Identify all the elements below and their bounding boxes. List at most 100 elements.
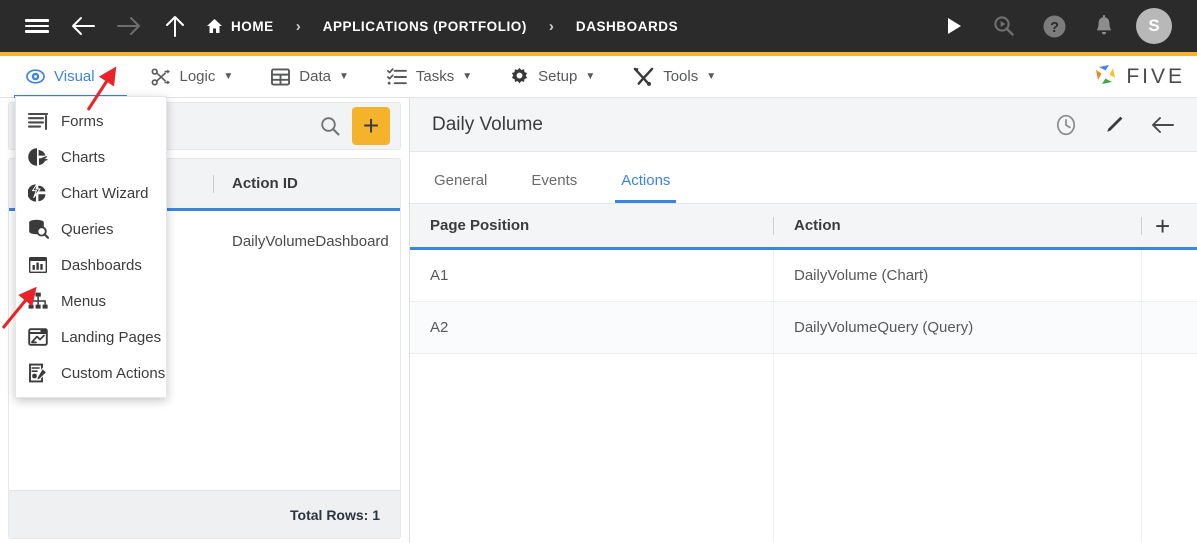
- top-navigation-bar: HOME › APPLICATIONS (PORTFOLIO) › DASHBO…: [0, 0, 1197, 52]
- dropdown-label-chart-wizard: Chart Wizard: [61, 184, 149, 202]
- tab-label-actions: Actions: [621, 172, 671, 189]
- custom-actions-icon: [28, 363, 58, 383]
- back-arrow-icon[interactable]: [1151, 115, 1175, 135]
- menu-item-setup[interactable]: Setup ▼: [506, 56, 599, 98]
- dropdown-item-custom-actions[interactable]: Custom Actions: [16, 355, 166, 391]
- avatar[interactable]: S: [1129, 0, 1179, 52]
- dropdown-label-dashboards: Dashboards: [61, 256, 142, 274]
- dropdown-item-dashboards[interactable]: Dashboards: [16, 247, 166, 283]
- column-divider: [1141, 216, 1142, 235]
- debug-search-icon[interactable]: [979, 0, 1029, 52]
- dashboard-bars-icon: [28, 255, 58, 275]
- search-icon[interactable]: [320, 116, 340, 136]
- table-row[interactable]: A2 DailyVolumeQuery (Query): [410, 302, 1197, 354]
- edit-pencil-icon[interactable]: [1103, 114, 1125, 136]
- landing-page-icon: [28, 327, 58, 347]
- svg-text:?: ?: [1050, 20, 1059, 36]
- menu-item-visual[interactable]: Visual ▼: [14, 56, 127, 98]
- tab-label-general: General: [434, 172, 488, 189]
- cell-page-position: A2: [430, 319, 449, 336]
- breadcrumb-label-applications: APPLICATIONS (PORTFOLIO): [322, 18, 527, 34]
- menu-label-tasks: Tasks: [415, 68, 455, 85]
- detail-header-actions: [1055, 114, 1175, 136]
- cell-action: DailyVolumeQuery (Query): [794, 319, 974, 336]
- tab-label-events: Events: [531, 172, 578, 189]
- page-title: Daily Volume: [432, 113, 543, 135]
- chevron-down-icon: ▼: [706, 71, 717, 82]
- cell-divider: [1141, 302, 1142, 353]
- column-header-page-position: Page Position: [430, 217, 530, 234]
- plus-icon: +: [362, 110, 380, 141]
- menu-label-data: Data: [299, 68, 331, 85]
- dropdown-label-custom-actions: Custom Actions: [61, 364, 166, 382]
- dropdown-item-landing-pages[interactable]: Landing Pages: [16, 319, 166, 355]
- menu-label-visual: Visual: [54, 68, 95, 85]
- tab-events[interactable]: Events: [529, 172, 579, 203]
- tools-icon: [633, 67, 654, 86]
- dropdown-item-forms[interactable]: Forms: [16, 103, 166, 139]
- menu-item-tasks[interactable]: Tasks ▼: [383, 56, 476, 98]
- home-icon: [206, 18, 223, 34]
- top-bar-actions: ? S: [929, 0, 1197, 52]
- breadcrumb-item-applications[interactable]: APPLICATIONS (PORTFOLIO): [323, 19, 527, 34]
- help-icon[interactable]: ?: [1029, 0, 1079, 52]
- column-divider: [213, 174, 214, 193]
- back-arrow-icon[interactable]: [60, 0, 106, 52]
- dropdown-item-chart-wizard[interactable]: Chart Wizard: [16, 175, 166, 211]
- tab-general[interactable]: General: [432, 172, 489, 203]
- menus-tree-icon: [28, 292, 58, 310]
- add-record-button[interactable]: +: [352, 107, 390, 145]
- menu-item-tools[interactable]: Tools ▼: [629, 56, 720, 98]
- five-pinwheel-icon: [1093, 61, 1119, 92]
- breadcrumb-label-home: HOME: [231, 18, 274, 34]
- dropdown-label-charts: Charts: [61, 148, 106, 166]
- chevron-down-icon: ▼: [223, 71, 234, 82]
- hamburger-menu-icon[interactable]: [14, 0, 60, 52]
- chevron-down-icon: ▼: [338, 71, 349, 82]
- cell-action: DailyVolume (Chart): [794, 267, 929, 284]
- checklist-icon: [386, 67, 407, 86]
- breadcrumb-separator-2: ›: [548, 17, 554, 35]
- eye-icon: [26, 67, 45, 86]
- breadcrumb: HOME › APPLICATIONS (PORTFOLIO) › DASHBO…: [206, 0, 678, 52]
- dropdown-item-queries[interactable]: Queries: [16, 211, 166, 247]
- add-row-icon[interactable]: +: [1155, 213, 1170, 239]
- dropdown-label-queries: Queries: [61, 220, 114, 238]
- grid-footer: Total Rows: 1: [9, 490, 400, 538]
- main-menu-bar: Visual ▼ Logic ▼ Data ▼ Tasks ▼ Setup ▼ …: [0, 56, 1197, 98]
- cell-action-id: DailyVolumeDashboard: [232, 232, 389, 250]
- up-arrow-icon[interactable]: [152, 0, 198, 52]
- dropdown-label-landing-pages: Landing Pages: [61, 328, 162, 346]
- grid-empty-area: [410, 354, 1197, 543]
- tab-actions[interactable]: Actions: [615, 172, 677, 203]
- breadcrumb-label-dashboards: DASHBOARDS: [575, 18, 679, 34]
- menu-label-tools: Tools: [663, 68, 699, 85]
- dropdown-item-charts[interactable]: Charts: [16, 139, 166, 175]
- forward-arrow-icon[interactable]: [106, 0, 152, 52]
- actions-grid: Page Position Action + A1 DailyVolume (C…: [410, 204, 1197, 543]
- cell-divider: [773, 250, 774, 301]
- table-row[interactable]: A1 DailyVolume (Chart): [410, 250, 1197, 302]
- detail-header: Daily Volume: [410, 98, 1197, 152]
- menu-label-setup: Setup: [538, 68, 578, 85]
- cell-divider: [1141, 250, 1142, 301]
- chevron-down-icon: ▼: [585, 71, 596, 82]
- app-window: HOME › APPLICATIONS (PORTFOLIO) › DASHBO…: [0, 0, 1197, 543]
- notifications-bell-icon[interactable]: [1079, 0, 1129, 52]
- history-clock-icon[interactable]: [1055, 114, 1077, 136]
- chart-wizard-icon: [28, 183, 58, 203]
- cell-divider: [773, 354, 774, 543]
- grid-header-row: Page Position Action +: [410, 204, 1197, 250]
- menu-item-logic[interactable]: Logic ▼: [147, 56, 238, 98]
- cell-divider: [773, 302, 774, 353]
- menu-item-data[interactable]: Data ▼: [267, 56, 353, 98]
- breadcrumb-item-dashboards[interactable]: DASHBOARDS: [576, 19, 678, 34]
- dropdown-item-menus[interactable]: Menus: [16, 283, 166, 319]
- cell-divider: [1141, 354, 1142, 543]
- run-icon[interactable]: [929, 0, 979, 52]
- table-grid-icon: [271, 67, 291, 86]
- forms-lines-icon: [28, 112, 58, 131]
- breadcrumb-item-home[interactable]: HOME: [206, 18, 274, 34]
- five-brand-logo: FIVE: [1093, 61, 1185, 92]
- column-divider: [773, 216, 774, 235]
